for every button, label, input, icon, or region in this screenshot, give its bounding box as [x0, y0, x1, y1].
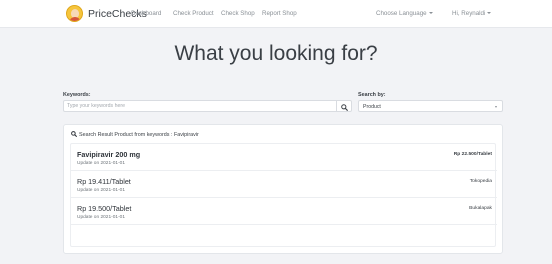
list-item[interactable]: Rp 19.500/Tablet Update on 2021-01-01 Bu… — [71, 198, 497, 225]
user-menu-dropdown[interactable]: Hi, Reynaldi — [452, 10, 492, 17]
keywords-input[interactable] — [63, 100, 337, 112]
shop-price: Rp 19.411/Tablet — [77, 177, 131, 186]
search-button[interactable] — [337, 100, 352, 112]
top-navbar: PriceChecks Dashboard Check Product Chec… — [0, 0, 552, 28]
search-by-label: Search by: — [358, 92, 386, 98]
logo-shirt — [69, 17, 81, 21]
nav-link-report-shop[interactable]: Report Shop — [262, 10, 297, 17]
nav-link-check-shop[interactable]: Check Shop — [221, 10, 255, 17]
results-header-text: Search Result Product from keywords : Fa… — [79, 132, 199, 138]
language-dropdown[interactable]: Choose Language — [376, 10, 433, 17]
nav-link-dashboard[interactable]: Dashboard — [131, 10, 161, 17]
chevron-down-icon — [495, 106, 497, 108]
user-greeting: Hi, Reynaldi — [452, 10, 486, 17]
product-update-date: Update on 2021-01-01 — [77, 161, 126, 166]
shop-update-date: Update on 2021-01-01 — [77, 215, 126, 220]
search-icon — [341, 103, 348, 111]
list-item[interactable]: Rp 19.411/Tablet Update on 2021-01-01 To… — [71, 171, 497, 198]
page-title: What you looking for? — [174, 42, 378, 65]
keywords-label: Keywords: — [63, 92, 91, 98]
product-name: Favipiravir 200 mg — [77, 150, 141, 159]
search-icon — [71, 131, 77, 137]
nav-link-check-product[interactable]: Check Product — [173, 10, 214, 17]
shop-name: Bukalapak — [469, 206, 492, 211]
search-by-selected: Product — [363, 104, 381, 110]
shop-update-date: Update on 2021-01-01 — [77, 188, 126, 193]
search-by-select[interactable]: Product — [358, 100, 503, 112]
results-header: Search Result Product from keywords : Fa… — [71, 131, 199, 138]
results-list: Favipiravir 200 mg Update on 2021-01-01 … — [70, 143, 497, 247]
shop-price: Rp 19.500/Tablet — [77, 204, 132, 213]
shop-name: Tokopedia — [469, 179, 492, 184]
product-row[interactable]: Favipiravir 200 mg Update on 2021-01-01 … — [71, 144, 497, 171]
chevron-down-icon — [487, 12, 492, 15]
results-card: Search Result Product from keywords : Fa… — [63, 124, 503, 254]
product-reference-price: Rp 22.500/Tablet — [453, 152, 492, 157]
chevron-down-icon — [428, 12, 433, 15]
language-label: Choose Language — [376, 10, 427, 17]
brand-logo-icon[interactable] — [66, 5, 83, 22]
